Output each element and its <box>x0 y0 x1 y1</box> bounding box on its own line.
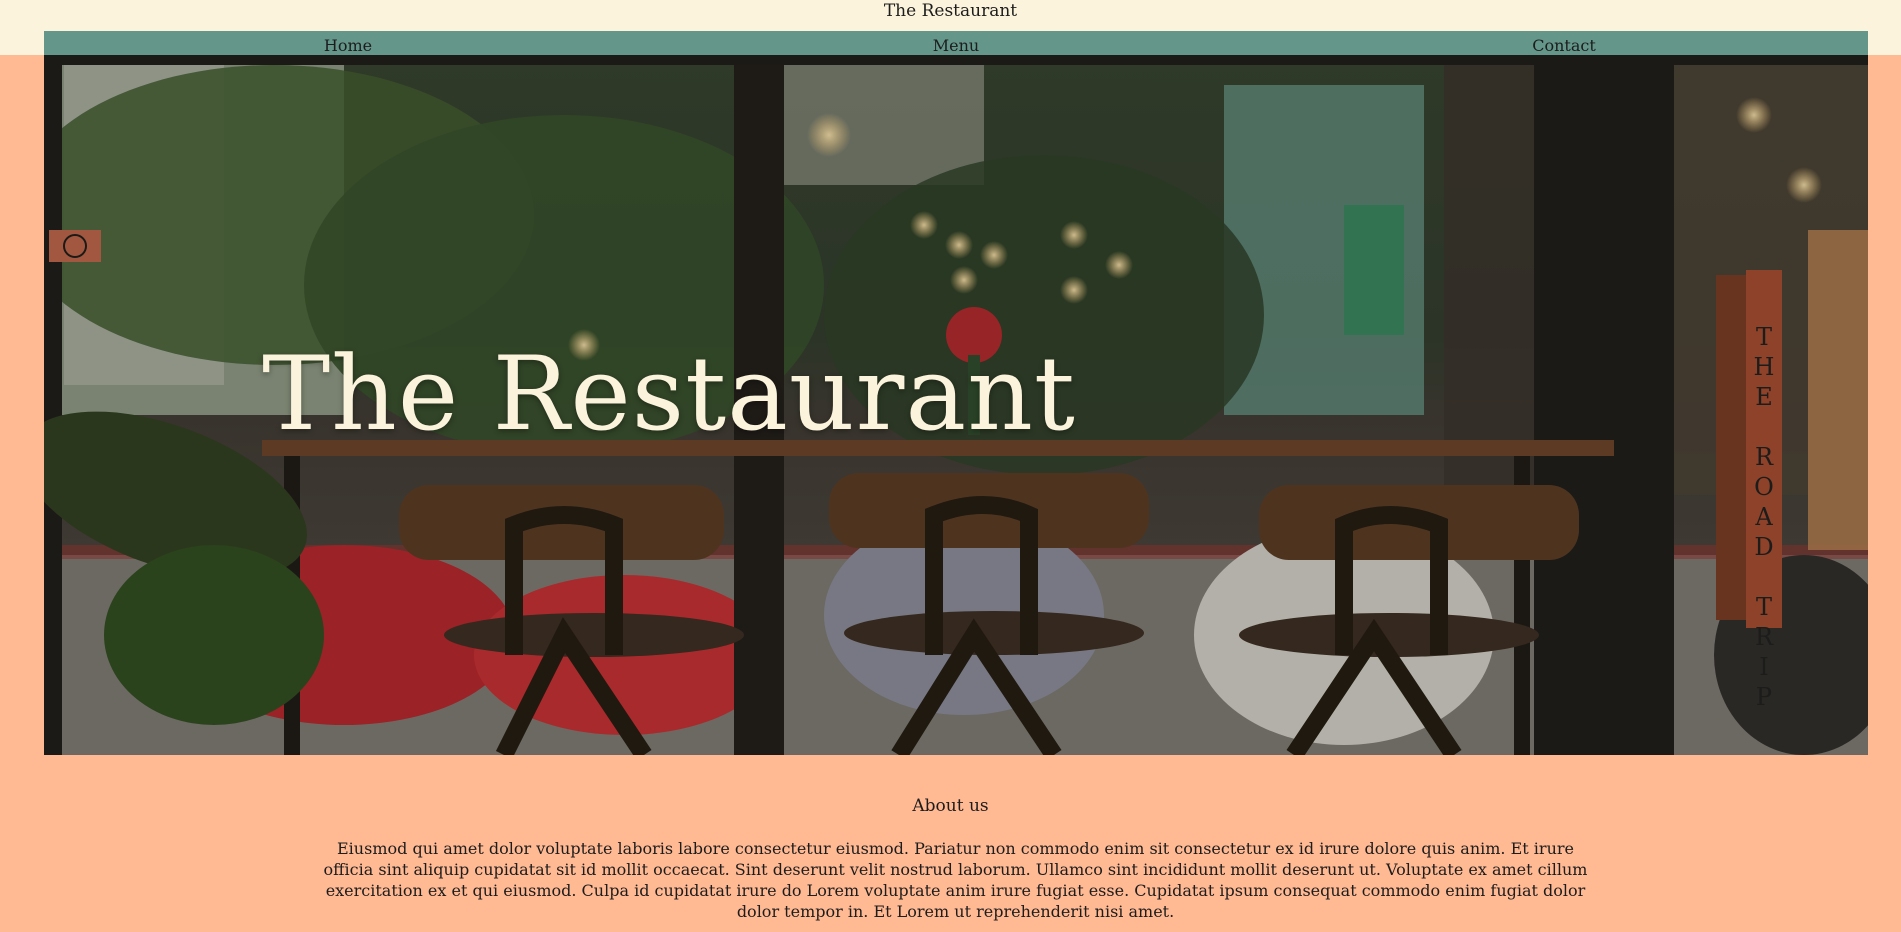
hero-image: THE ROAD TRIP The Restaurant <box>44 55 1868 755</box>
nav-link-home[interactable]: Home <box>44 31 652 55</box>
about-text: Eiusmod qui amet dolor voluptate laboris… <box>323 839 1588 921</box>
site-title: The Restaurant <box>883 1 1018 21</box>
about-heading: About us <box>912 796 989 816</box>
hero-title: The Restaurant <box>262 335 1076 454</box>
nav-link-menu[interactable]: Menu <box>652 31 1260 55</box>
main-nav: Home Menu Contact <box>44 31 1868 55</box>
nav-link-contact[interactable]: Contact <box>1260 31 1868 55</box>
